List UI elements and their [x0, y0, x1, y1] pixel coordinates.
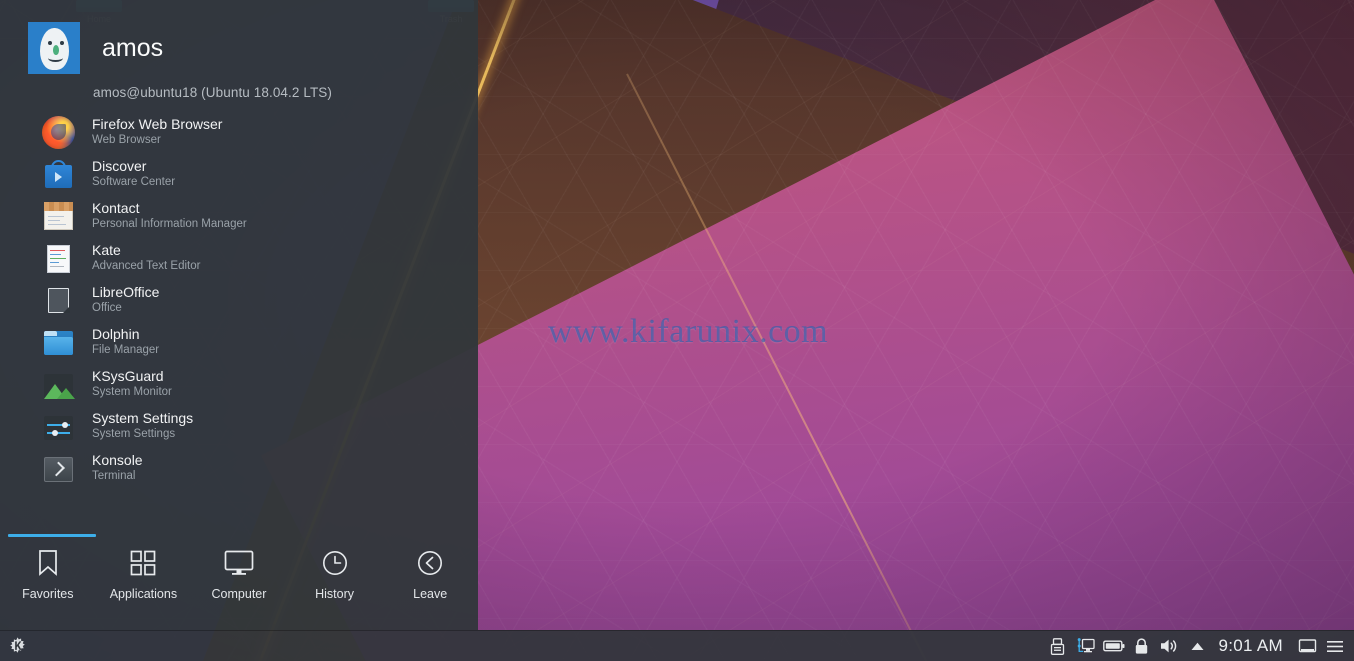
- grid-icon: [128, 548, 158, 578]
- network-display-icon[interactable]: [1073, 631, 1099, 661]
- kickoff-tab-bar: Favorites Applications Computer History …: [0, 530, 478, 630]
- favorite-item-name: System Settings: [92, 410, 194, 427]
- tab-favorites[interactable]: Favorites: [0, 548, 96, 601]
- konsole-icon: [42, 452, 75, 485]
- dolphin-icon: [42, 326, 75, 359]
- lock-icon[interactable]: [1129, 631, 1155, 661]
- user-avatar-icon[interactable]: [28, 22, 80, 74]
- taskbar-panel: 9:01 AM: [0, 630, 1354, 661]
- libreoffice-icon: [42, 284, 75, 317]
- usb-device-icon[interactable]: [1045, 631, 1071, 661]
- kontact-icon: [42, 200, 75, 233]
- kickoff-application-menu: amos amos@ubuntu18 (Ubuntu 18.04.2 LTS) …: [0, 0, 478, 630]
- favorite-item-name: Konsole: [92, 452, 143, 469]
- tab-label: Favorites: [22, 587, 74, 601]
- favorite-item-name: LibreOffice: [92, 284, 160, 301]
- discover-icon: [42, 158, 75, 191]
- kde-k-logo-icon[interactable]: [4, 633, 30, 659]
- favorite-item-desc: System Settings: [92, 428, 176, 441]
- tab-label: Computer: [211, 587, 267, 601]
- favorite-item-name: Kate: [92, 242, 121, 259]
- clock-widget[interactable]: 9:01 AM: [1213, 636, 1292, 656]
- favorite-item-desc: File Manager: [92, 344, 160, 357]
- volume-icon[interactable]: [1157, 631, 1183, 661]
- active-tab-indicator: [8, 534, 96, 537]
- favorite-item-name: Discover: [92, 158, 147, 175]
- watermark-text: www.kifarunix.com: [548, 313, 829, 350]
- show-hidden-arrow-icon[interactable]: [1185, 631, 1211, 661]
- favorite-item-name: Firefox Web Browser: [92, 116, 223, 133]
- system-settings-icon: [42, 410, 75, 443]
- tab-applications[interactable]: Applications: [96, 548, 192, 601]
- tab-label: History: [315, 587, 355, 601]
- favorite-item-kontact[interactable]: Kontact Personal Information Manager: [0, 195, 478, 237]
- hamburger-menu-icon[interactable]: [1322, 631, 1348, 661]
- favorite-item-desc: Web Browser: [92, 134, 161, 147]
- favorite-item-desc: Terminal: [92, 470, 136, 483]
- favorite-item-konsole[interactable]: Konsole Terminal: [0, 447, 478, 489]
- clock-icon: [320, 548, 350, 578]
- tab-label: Leave: [413, 587, 448, 601]
- favorite-item-desc: Personal Information Manager: [92, 218, 247, 231]
- favorite-item-name: Dolphin: [92, 326, 140, 343]
- favorite-item-discover[interactable]: Discover Software Center: [0, 153, 478, 195]
- show-desktop-icon[interactable]: [1294, 631, 1320, 661]
- favorite-item-system-settings[interactable]: System Settings System Settings: [0, 405, 478, 447]
- favorite-item-kate[interactable]: Kate Advanced Text Editor: [0, 237, 478, 279]
- favorites-list: Firefox Web Browser Web Browser Discover…: [0, 111, 478, 489]
- favorite-item-libreoffice[interactable]: LibreOffice Office: [0, 279, 478, 321]
- system-tray: 9:01 AM: [1045, 631, 1354, 661]
- desktop-root: Home Trash www.kifarunix.com amos amos@u…: [0, 0, 1354, 661]
- back-arrow-circle-icon: [415, 548, 445, 578]
- kate-icon: [42, 242, 75, 275]
- tab-history[interactable]: History: [287, 548, 383, 601]
- tab-computer[interactable]: Computer: [191, 548, 287, 601]
- user-name: amos: [102, 33, 164, 62]
- bookmark-icon: [33, 548, 63, 578]
- firefox-icon: [42, 115, 75, 149]
- tab-leave[interactable]: Leave: [382, 548, 478, 601]
- user-host-info: amos@ubuntu18 (Ubuntu 18.04.2 LTS): [93, 85, 332, 100]
- favorite-item-desc: Office: [92, 302, 122, 315]
- monitor-icon: [224, 548, 254, 578]
- ksysguard-icon: [42, 368, 75, 401]
- favorite-item-firefox[interactable]: Firefox Web Browser Web Browser: [0, 111, 478, 153]
- favorite-item-name: Kontact: [92, 200, 140, 217]
- tab-label: Applications: [109, 587, 178, 601]
- favorite-item-desc: Advanced Text Editor: [92, 260, 201, 273]
- favorite-item-desc: Software Center: [92, 176, 176, 189]
- favorite-item-desc: System Monitor: [92, 386, 172, 399]
- kickoff-user-header: amos: [0, 0, 478, 74]
- favorite-item-dolphin[interactable]: Dolphin File Manager: [0, 321, 478, 363]
- battery-icon[interactable]: [1101, 631, 1127, 661]
- favorite-item-ksysguard[interactable]: KSysGuard System Monitor: [0, 363, 478, 405]
- favorite-item-name: KSysGuard: [92, 368, 164, 385]
